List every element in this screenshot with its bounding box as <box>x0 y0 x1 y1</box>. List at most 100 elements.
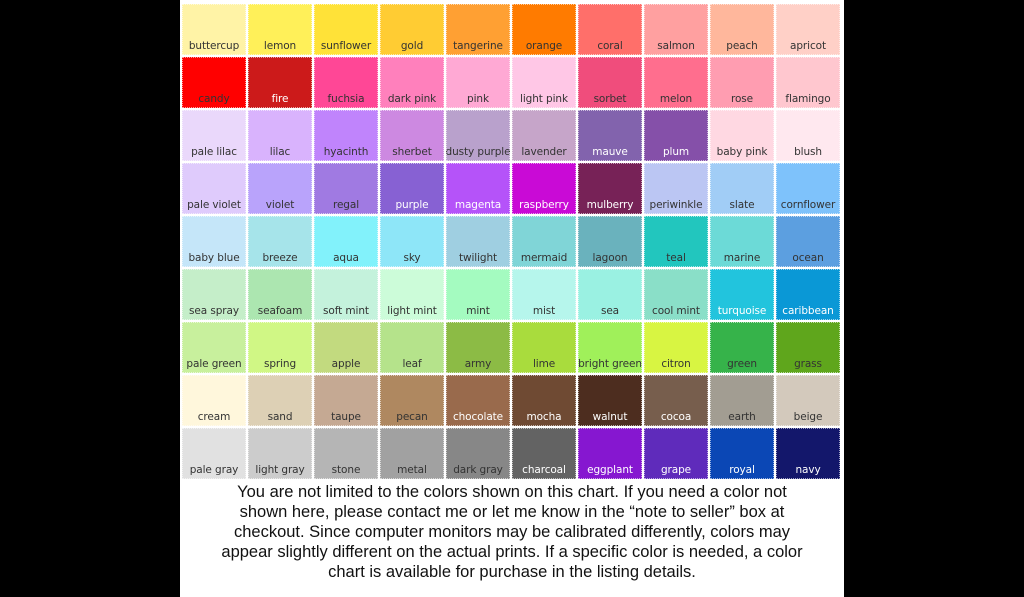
color-swatch-mulberry: mulberry <box>578 163 642 214</box>
color-swatch-earth: earth <box>710 375 774 426</box>
color-swatch-stone: stone <box>314 428 378 479</box>
color-swatch-lemon: lemon <box>248 4 312 55</box>
color-swatch-mermaid: mermaid <box>512 216 576 267</box>
swatch-label: bright green <box>578 358 642 370</box>
color-swatch-sea-spray: sea spray <box>182 269 246 320</box>
swatch-label: pale lilac <box>191 146 237 158</box>
color-swatch-sorbet: sorbet <box>578 57 642 108</box>
color-swatch-rose: rose <box>710 57 774 108</box>
color-swatch-cocoa: cocoa <box>644 375 708 426</box>
swatch-label: grape <box>660 464 692 476</box>
swatch-label: caribbean <box>782 305 834 317</box>
swatch-label: orange <box>525 40 563 52</box>
swatch-label: lime <box>532 358 556 370</box>
color-swatch-teal: teal <box>644 216 708 267</box>
swatch-label: marine <box>723 252 761 264</box>
swatch-label: ocean <box>792 252 824 264</box>
color-swatch-sea: sea <box>578 269 642 320</box>
swatch-label: mermaid <box>520 252 568 264</box>
color-swatch-lilac: lilac <box>248 110 312 161</box>
color-swatch-salmon: salmon <box>644 4 708 55</box>
color-swatch-pale-lilac: pale lilac <box>182 110 246 161</box>
swatch-label: seafoam <box>257 305 303 317</box>
swatch-label: green <box>727 358 757 370</box>
swatch-label: sky <box>403 252 421 264</box>
swatch-label: mint <box>466 305 490 317</box>
color-swatch-caribbean: caribbean <box>776 269 840 320</box>
swatch-label: sherbet <box>392 146 432 158</box>
color-swatch-light-pink: light pink <box>512 57 576 108</box>
color-swatch-peach: peach <box>710 4 774 55</box>
color-swatch-baby-blue: baby blue <box>182 216 246 267</box>
swatch-label: pale violet <box>187 199 241 211</box>
color-swatch-taupe: taupe <box>314 375 378 426</box>
color-swatch-grid: buttercup lemon sunflower gold tangerine oran… <box>182 4 840 479</box>
color-swatch-raspberry: raspberry <box>512 163 576 214</box>
swatch-label: pale green <box>186 358 242 370</box>
swatch-label: cornflower <box>780 199 836 211</box>
swatch-label: apricot <box>790 40 826 52</box>
color-swatch-blush: blush <box>776 110 840 161</box>
color-swatch-army: army <box>446 322 510 373</box>
swatch-label: pink <box>467 93 489 105</box>
color-swatch-chocolate: chocolate <box>446 375 510 426</box>
color-swatch-light-gray: light gray <box>248 428 312 479</box>
swatch-label: magenta <box>454 199 502 211</box>
color-swatch-baby-pink: baby pink <box>710 110 774 161</box>
swatch-label: royal <box>729 464 755 476</box>
color-swatch-pale-violet: pale violet <box>182 163 246 214</box>
color-swatch-candy: candy <box>182 57 246 108</box>
swatch-label: light mint <box>387 305 437 317</box>
color-swatch-grass: grass <box>776 322 840 373</box>
color-swatch-grape: grape <box>644 428 708 479</box>
color-swatch-walnut: walnut <box>578 375 642 426</box>
swatch-label: slate <box>729 199 755 211</box>
swatch-label: melon <box>659 93 693 105</box>
swatch-label: army <box>464 358 492 370</box>
color-swatch-fuchsia: fuchsia <box>314 57 378 108</box>
color-swatch-sunflower: sunflower <box>314 4 378 55</box>
color-swatch-soft-mint: soft mint <box>314 269 378 320</box>
color-swatch-mint: mint <box>446 269 510 320</box>
color-swatch-twilight: twilight <box>446 216 510 267</box>
swatch-label: peach <box>726 40 758 52</box>
swatch-label: tangerine <box>453 40 503 52</box>
swatch-label: fuchsia <box>327 93 365 105</box>
color-swatch-cornflower: cornflower <box>776 163 840 214</box>
swatch-label: dusty purple <box>445 146 511 158</box>
swatch-label: leaf <box>402 358 422 370</box>
color-swatch-buttercup: buttercup <box>182 4 246 55</box>
color-swatch-flamingo: flamingo <box>776 57 840 108</box>
color-swatch-apricot: apricot <box>776 4 840 55</box>
color-swatch-fire: fire <box>248 57 312 108</box>
color-swatch-mauve: mauve <box>578 110 642 161</box>
swatch-label: hyacinth <box>323 146 369 158</box>
swatch-label: purple <box>395 199 429 211</box>
swatch-label: lilac <box>269 146 291 158</box>
swatch-label: dark pink <box>387 93 437 105</box>
swatch-label: charcoal <box>522 464 566 476</box>
color-swatch-pink: pink <box>446 57 510 108</box>
swatch-label: salmon <box>657 40 695 52</box>
color-swatch-breeze: breeze <box>248 216 312 267</box>
color-chart-panel: buttercup lemon sunflower gold tangerine oran… <box>180 0 844 597</box>
color-swatch-pale-gray: pale gray <box>182 428 246 479</box>
color-swatch-sand: sand <box>248 375 312 426</box>
swatch-label: apple <box>331 358 361 370</box>
swatch-label: walnut <box>592 411 628 423</box>
swatch-label: baby blue <box>188 252 240 264</box>
color-swatch-dark-gray: dark gray <box>446 428 510 479</box>
swatch-label: mauve <box>592 146 628 158</box>
color-swatch-bright-green: bright green <box>578 322 642 373</box>
color-swatch-citron: citron <box>644 322 708 373</box>
swatch-label: rose <box>730 93 754 105</box>
swatch-label: navy <box>795 464 821 476</box>
swatch-label: light pink <box>520 93 568 105</box>
color-swatch-royal: royal <box>710 428 774 479</box>
swatch-label: candy <box>198 93 230 105</box>
color-swatch-seafoam: seafoam <box>248 269 312 320</box>
swatch-label: aqua <box>333 252 359 264</box>
swatch-label: breeze <box>262 252 298 264</box>
color-swatch-apple: apple <box>314 322 378 373</box>
color-swatch-tangerine: tangerine <box>446 4 510 55</box>
